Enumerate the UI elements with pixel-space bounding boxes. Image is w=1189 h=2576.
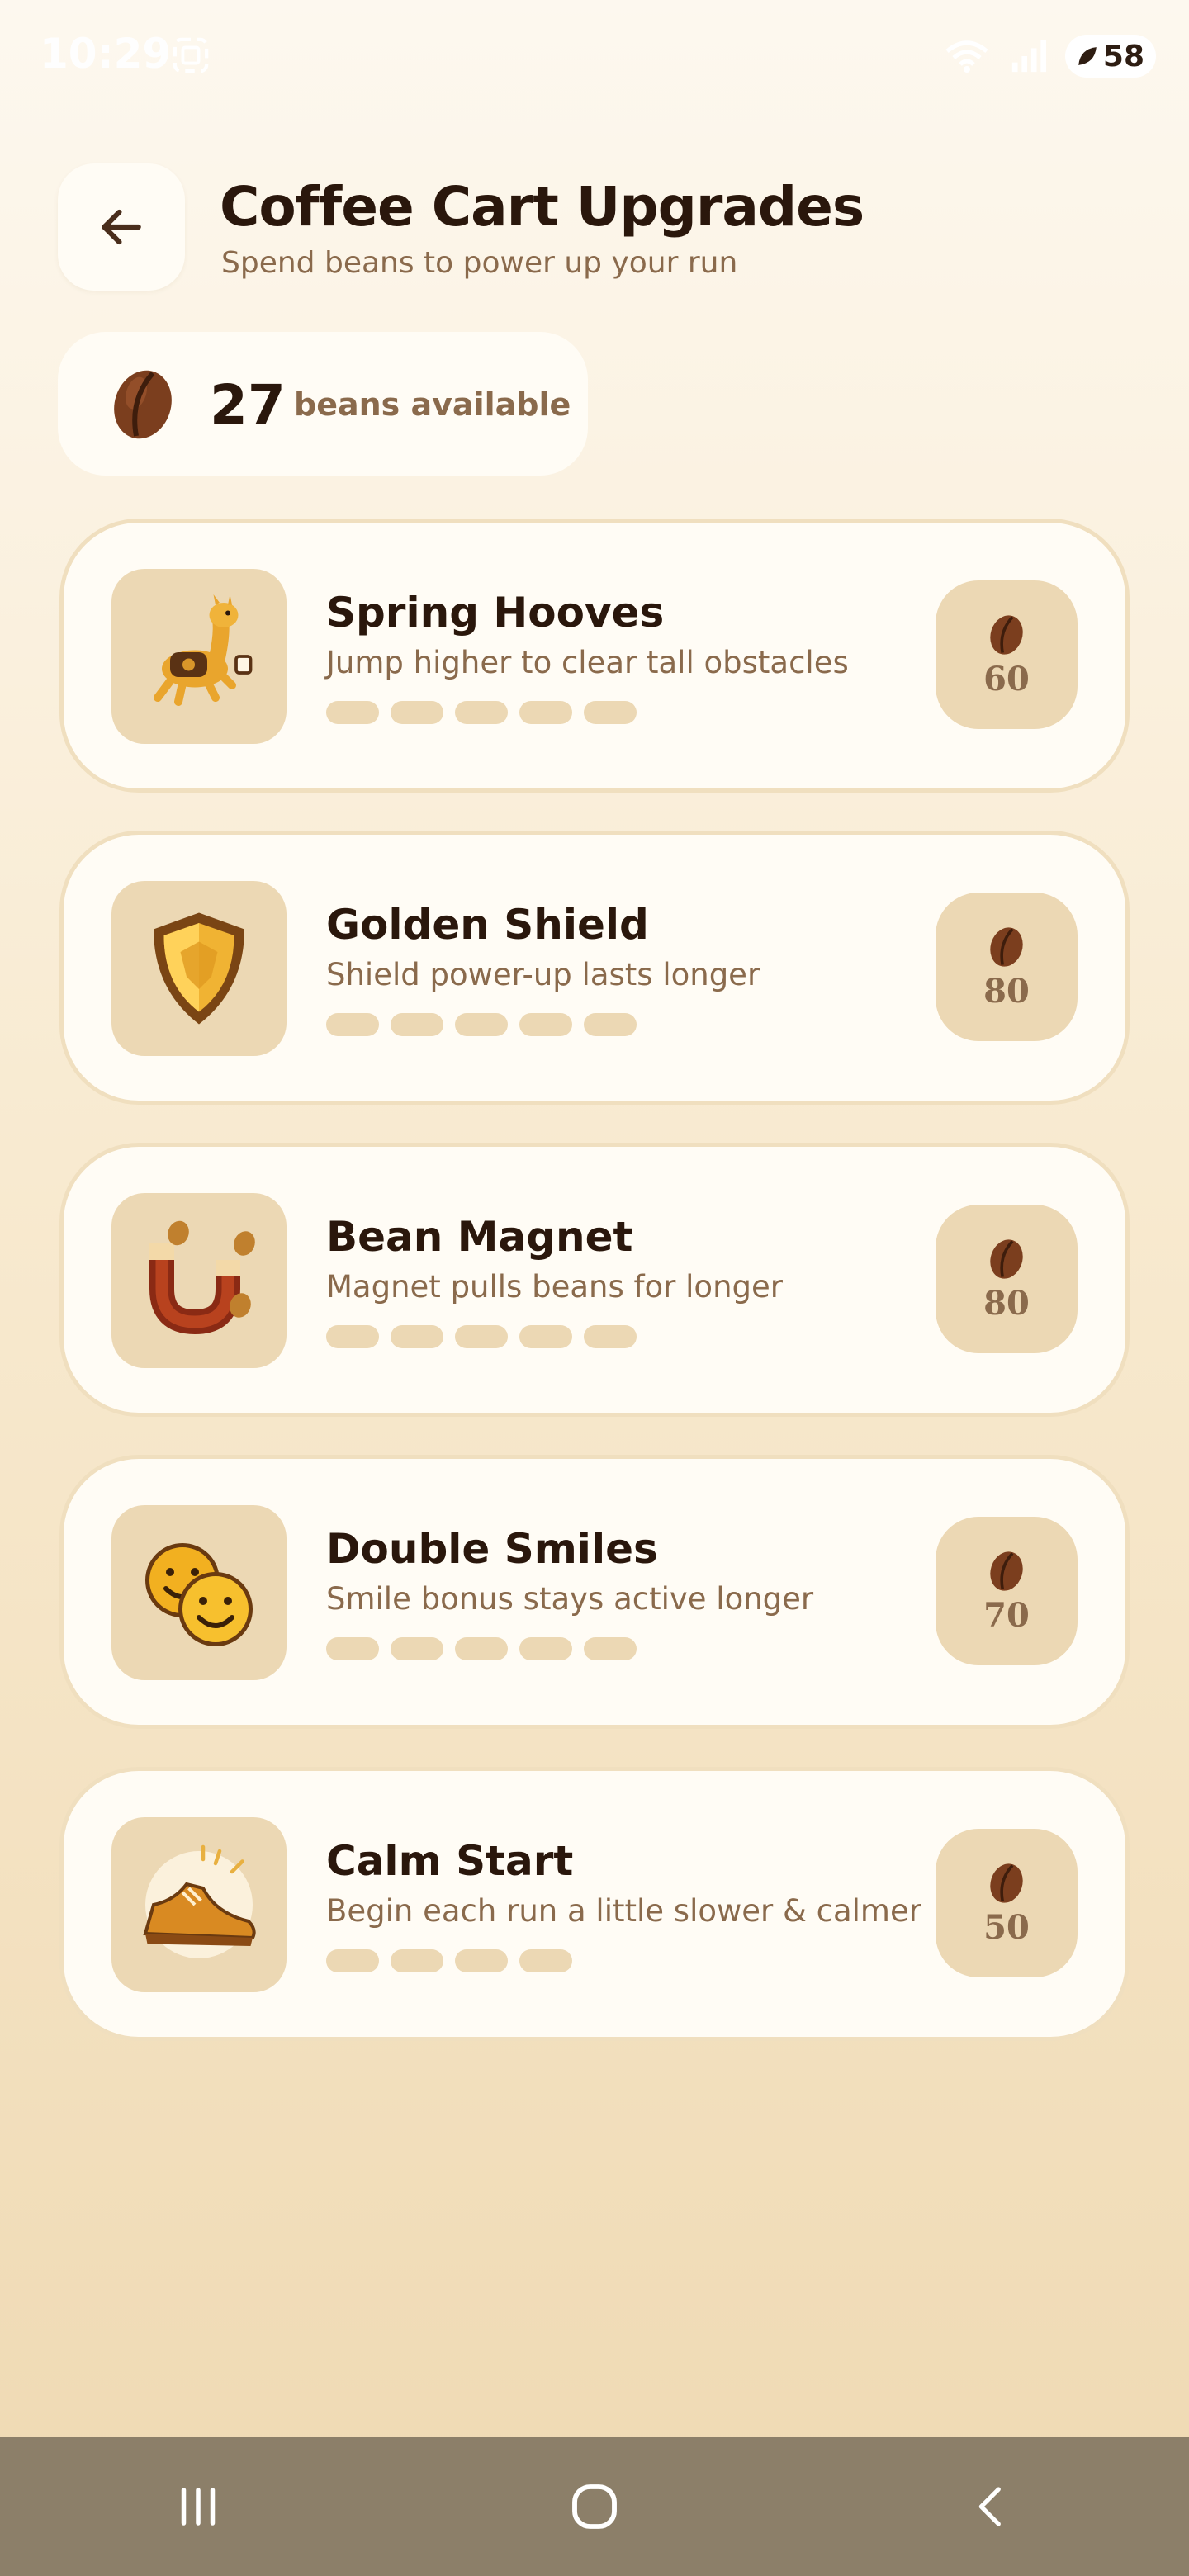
- level-slot: [519, 1013, 572, 1036]
- upgrade-price: 80: [983, 1283, 1030, 1323]
- level-slot: [391, 1325, 443, 1348]
- upgrade-name: Spring Hooves: [326, 589, 665, 637]
- level-slot: [326, 1013, 379, 1036]
- coffee-bean-icon: [990, 926, 1023, 967]
- screenshot-icon: [173, 37, 209, 73]
- level-slot: [326, 1949, 379, 1972]
- back-button[interactable]: [58, 163, 185, 291]
- level-slot: [326, 1325, 379, 1348]
- level-slot: [519, 1325, 572, 1348]
- level-slot: [455, 701, 508, 724]
- coffee-bean-icon: [990, 1238, 1023, 1279]
- upgrade-description: Begin each run a little slower & calmer: [326, 1893, 921, 1929]
- upgrade-level-bar: [326, 1325, 637, 1348]
- level-slot: [326, 1637, 379, 1660]
- level-slot: [391, 1013, 443, 1036]
- level-slot: [519, 1949, 572, 1972]
- upgrade-name: Double Smiles: [326, 1525, 658, 1573]
- arrow-left-icon: [102, 209, 141, 245]
- home-icon: [572, 2484, 617, 2529]
- llama-icon: [111, 569, 287, 744]
- status-time: 10:29: [40, 30, 172, 78]
- upgrade-description: Jump higher to clear tall obstacles: [326, 645, 849, 680]
- buy-button[interactable]: 50: [936, 1829, 1078, 1977]
- system-nav-bar: [0, 2437, 1189, 2576]
- upgrade-card-calm-start[interactable]: Calm Start Begin each run a little slowe…: [59, 1767, 1130, 2041]
- upgrade-name: Bean Magnet: [326, 1213, 633, 1261]
- level-slot: [519, 701, 572, 724]
- upgrade-card-golden-shield[interactable]: Golden Shield Shield power-up lasts long…: [59, 831, 1130, 1105]
- coffee-bean-icon: [990, 1863, 1023, 1903]
- upgrade-price: 80: [983, 971, 1030, 1011]
- system-back-button[interactable]: [925, 2457, 1057, 2556]
- recents-icon: [181, 2488, 216, 2526]
- upgrade-level-bar: [326, 1637, 637, 1660]
- magnet-icon: [111, 1193, 287, 1368]
- level-slot: [391, 1637, 443, 1660]
- buy-button[interactable]: 60: [936, 580, 1078, 729]
- level-slot: [519, 1637, 572, 1660]
- recents-button[interactable]: [132, 2457, 264, 2556]
- level-slot: [455, 1637, 508, 1660]
- upgrade-card-bean-magnet[interactable]: Bean Magnet Magnet pulls beans for longe…: [59, 1143, 1130, 1417]
- upgrade-price: 70: [983, 1595, 1030, 1635]
- upgrade-description: Shield power-up lasts longer: [326, 957, 760, 992]
- coffee-bean-icon: [990, 614, 1023, 655]
- level-slot: [391, 701, 443, 724]
- page-subtitle: Spend beans to power up your run: [221, 246, 738, 280]
- home-button[interactable]: [528, 2457, 661, 2556]
- status-icons: 58: [943, 33, 1156, 79]
- coffee-bean-icon: [114, 370, 172, 439]
- upgrade-card-spring-hooves[interactable]: Spring Hooves Jump higher to clear tall …: [59, 519, 1130, 793]
- level-slot: [584, 1637, 637, 1660]
- upgrade-description: Smile bonus stays active longer: [326, 1581, 814, 1617]
- bean-count: 27: [210, 373, 286, 437]
- back-icon: [978, 2487, 1001, 2526]
- battery-indicator: 58: [1064, 35, 1156, 78]
- upgrade-price: 50: [983, 1907, 1030, 1947]
- upgrade-description: Magnet pulls beans for longer: [326, 1269, 783, 1305]
- upgrade-level-bar: [326, 1949, 572, 1972]
- buy-button[interactable]: 80: [936, 1205, 1078, 1353]
- status-bar: 10:29 58: [0, 0, 1189, 107]
- upgrade-card-double-smiles[interactable]: Double Smiles Smile bonus stays active l…: [59, 1455, 1130, 1729]
- level-slot: [391, 1949, 443, 1972]
- upgrade-level-bar: [326, 1013, 637, 1036]
- level-slot: [326, 701, 379, 724]
- level-slot: [455, 1013, 508, 1036]
- buy-button[interactable]: 70: [936, 1517, 1078, 1665]
- level-slot: [584, 1325, 637, 1348]
- upgrade-name: Calm Start: [326, 1837, 574, 1885]
- wifi-icon: [945, 40, 988, 73]
- level-slot: [584, 701, 637, 724]
- battery-level: 58: [1102, 39, 1144, 73]
- smiley-faces-icon: [111, 1505, 287, 1680]
- level-slot: [455, 1325, 508, 1348]
- buy-button[interactable]: 80: [936, 893, 1078, 1041]
- upgrade-name: Golden Shield: [326, 901, 649, 949]
- page-title: Coffee Cart Upgrades: [220, 175, 865, 239]
- bean-label: beans available: [294, 386, 571, 423]
- signal-icon: [1011, 40, 1046, 73]
- shield-icon: [111, 881, 287, 1056]
- coffee-bean-icon: [990, 1551, 1023, 1591]
- level-slot: [455, 1949, 508, 1972]
- battery-saver-icon: [1078, 47, 1097, 65]
- sneaker-icon: [111, 1817, 287, 1992]
- upgrade-price: 60: [983, 659, 1030, 698]
- level-slot: [584, 1013, 637, 1036]
- bean-balance: 27 beans available: [58, 332, 588, 476]
- upgrade-level-bar: [326, 701, 637, 724]
